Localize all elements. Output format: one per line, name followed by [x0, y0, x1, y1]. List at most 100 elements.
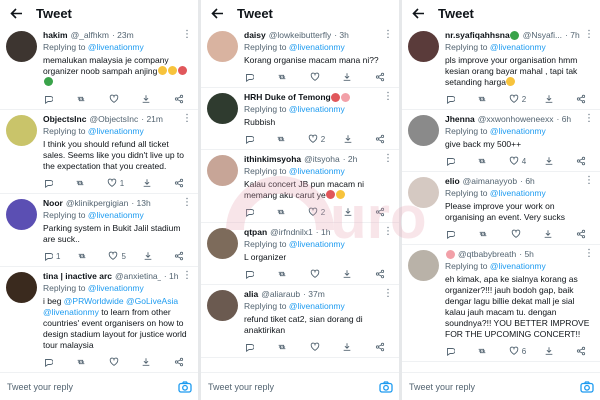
like-button[interactable] — [310, 269, 324, 279]
reply-button[interactable] — [43, 178, 57, 188]
tweet[interactable]: elio @aimanayyob · 6h ⋮ Replying to @livenat… — [402, 172, 600, 245]
download-button[interactable] — [142, 178, 156, 188]
tweet[interactable]: ithinkimsyoha @itsyoha · 2h ⋮ Replying to @l… — [201, 150, 399, 223]
user-handle[interactable]: @qtbabybreath — [458, 249, 516, 259]
more-options-icon[interactable]: ⋮ — [178, 30, 192, 40]
share-button[interactable] — [174, 94, 188, 104]
mention-link[interactable]: @livenationmy — [490, 188, 546, 198]
display-name[interactable]: elio — [445, 176, 460, 186]
user-handle[interactable]: @irfndnilx1 — [270, 227, 313, 237]
user-handle[interactable]: @Nsyafi... — [523, 30, 562, 40]
more-options-icon[interactable]: ⋮ — [178, 271, 192, 281]
retweet-button[interactable] — [477, 156, 491, 166]
display-name[interactable]: Noor — [43, 198, 63, 208]
reply-button[interactable] — [244, 72, 258, 82]
camera-icon[interactable] — [178, 380, 192, 394]
mention-link[interactable]: @livenationmy — [289, 42, 345, 52]
reply-button[interactable] — [43, 94, 57, 104]
download-button[interactable] — [141, 94, 155, 104]
more-options-icon[interactable]: ⋮ — [178, 114, 192, 124]
download-button[interactable] — [544, 346, 558, 356]
retweet-button[interactable] — [277, 72, 291, 82]
reply-button[interactable] — [445, 156, 459, 166]
tweet-list[interactable]: nr.syafiqahhsna @Nsyafi... · 7h ⋮ Replying t… — [402, 26, 600, 372]
more-options-icon[interactable]: ⋮ — [379, 227, 393, 237]
like-button[interactable] — [511, 229, 525, 239]
like-button[interactable] — [310, 342, 324, 352]
user-handle[interactable]: @itsyoha — [304, 154, 340, 164]
back-arrow-icon[interactable] — [208, 4, 226, 22]
like-button[interactable]: 5 — [108, 251, 126, 261]
tweet[interactable]: ObjectsInc @ObjectsInc · 21m ⋮ Replying to @… — [0, 110, 198, 194]
more-options-icon[interactable]: ⋮ — [379, 92, 393, 102]
like-button[interactable]: 2 — [509, 94, 526, 104]
retweet-button[interactable] — [277, 269, 291, 279]
mention-link[interactable]: @livenationmy — [43, 307, 99, 317]
avatar[interactable] — [408, 177, 439, 208]
display-name[interactable]: alia — [244, 289, 258, 299]
avatar[interactable] — [408, 250, 439, 281]
download-button[interactable] — [141, 357, 155, 367]
display-name[interactable]: qtpan — [244, 227, 267, 237]
like-button[interactable]: 1 — [107, 178, 124, 188]
like-button[interactable]: 2 — [308, 134, 325, 144]
share-button[interactable] — [375, 207, 389, 217]
user-handle[interactable]: @xxwonhoweneexx — [478, 114, 554, 124]
more-options-icon[interactable]: ⋮ — [580, 176, 594, 186]
more-options-icon[interactable]: ⋮ — [379, 30, 393, 40]
mention-link[interactable]: @livenationmy — [289, 104, 345, 114]
download-button[interactable] — [342, 269, 356, 279]
reply-button[interactable] — [244, 134, 258, 144]
more-options-icon[interactable]: ⋮ — [379, 289, 393, 299]
more-options-icon[interactable]: ⋮ — [580, 249, 594, 259]
camera-icon[interactable] — [580, 380, 594, 394]
reply-input[interactable] — [7, 381, 178, 392]
tweet-list[interactable]: daisy @lowkeibutterfly · 3h ⋮ Replying to @l… — [201, 26, 399, 372]
download-button[interactable] — [143, 251, 157, 261]
retweet-button[interactable] — [76, 357, 90, 367]
mention-link[interactable]: @PRWorldwide — [64, 296, 124, 306]
display-name[interactable]: tina | inactive arc — [43, 271, 112, 281]
camera-icon[interactable] — [379, 380, 393, 394]
retweet-button[interactable] — [77, 251, 91, 261]
mention-link[interactable]: @livenationmy — [88, 283, 144, 293]
reply-button[interactable] — [445, 94, 459, 104]
share-button[interactable] — [174, 178, 188, 188]
avatar[interactable] — [408, 115, 439, 146]
retweet-button[interactable] — [277, 342, 291, 352]
tweet[interactable]: HRH Duke of Temong ⋮ Replying to @livenati… — [201, 88, 399, 150]
mention-link[interactable]: @livenationmy — [490, 261, 546, 271]
reply-input[interactable] — [208, 381, 379, 392]
user-handle[interactable]: @klinikpergigian — [66, 198, 129, 208]
reply-button[interactable] — [445, 346, 459, 356]
retweet-button[interactable] — [75, 178, 89, 188]
download-button[interactable] — [343, 134, 357, 144]
avatar[interactable] — [6, 31, 37, 62]
back-arrow-icon[interactable] — [409, 4, 427, 22]
user-handle[interactable]: @lowkeibutterfly — [269, 30, 331, 40]
mention-link[interactable]: @livenationmy — [289, 239, 345, 249]
tweet[interactable]: qtpan @irfndnilx1 · 1h ⋮ Replying to @livena… — [201, 223, 399, 285]
display-name[interactable]: ObjectsInc — [43, 114, 86, 124]
user-handle[interactable]: @aimanayyob — [463, 176, 517, 186]
mention-link[interactable]: @livenationmy — [289, 301, 345, 311]
avatar[interactable] — [207, 31, 238, 62]
share-button[interactable] — [576, 346, 590, 356]
reply-button[interactable] — [244, 269, 258, 279]
display-name[interactable]: ithinkimsyoha — [244, 154, 301, 164]
reply-button[interactable]: 1 — [43, 251, 60, 261]
avatar[interactable] — [6, 115, 37, 146]
more-options-icon[interactable]: ⋮ — [178, 198, 192, 208]
avatar[interactable] — [6, 199, 37, 230]
user-handle[interactable]: @_alfhkm — [71, 30, 109, 40]
more-options-icon[interactable]: ⋮ — [580, 114, 594, 124]
avatar[interactable] — [207, 155, 238, 186]
share-button[interactable] — [375, 72, 389, 82]
download-button[interactable] — [342, 72, 356, 82]
tweet[interactable]: Noor @klinikpergigian · 13h ⋮ Replying to @l… — [0, 194, 198, 267]
mention-link[interactable]: @livenationmy — [289, 166, 345, 176]
reply-input[interactable] — [409, 381, 580, 392]
avatar[interactable] — [6, 272, 37, 303]
like-button[interactable] — [310, 72, 324, 82]
display-name[interactable]: daisy — [244, 30, 266, 40]
